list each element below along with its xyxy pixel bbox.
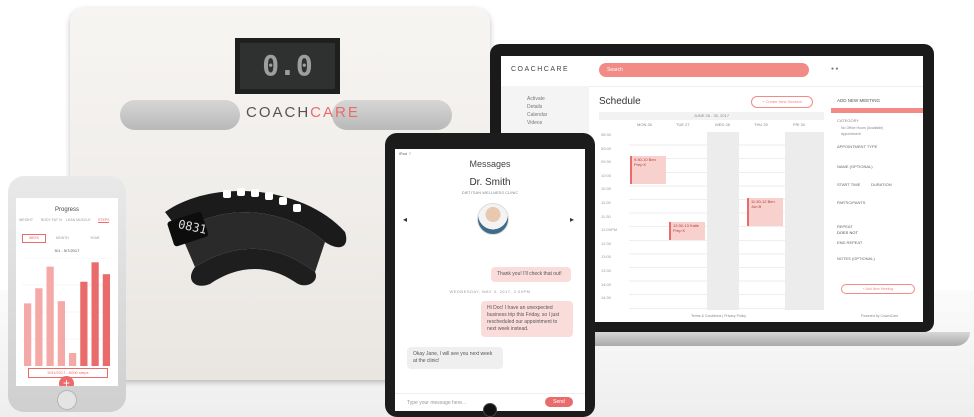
sidebar-item-details[interactable]: Details — [527, 104, 542, 110]
message-outgoing: Hi Doc! I have an unexpected business tr… — [481, 301, 573, 337]
phone-home-button[interactable] — [57, 390, 77, 410]
message-outgoing: Thank you! I'll check that out! — [491, 267, 571, 282]
tablet-home-button[interactable] — [483, 403, 497, 417]
phone: Progress WEIGHT BODY FAT % LEAN MUSCLE S… — [8, 176, 126, 412]
tablet: iPad ⌔ Messages Dr. Smith DIETITIAN WELL… — [385, 133, 595, 417]
footer-links[interactable]: Terms & Conditions | Privacy Policy — [691, 314, 746, 318]
category-option[interactable]: Appointment — [841, 132, 861, 136]
time-label: 11:30 — [601, 213, 611, 219]
send-button[interactable]: Send — [545, 397, 573, 407]
time-label: 10:00 — [601, 172, 612, 178]
time-label: 14:30 — [601, 295, 612, 301]
time-label: 09:30 — [601, 159, 612, 165]
page-title: Messages — [469, 159, 511, 169]
time-label: 08:30 — [601, 132, 612, 137]
add-button[interactable]: + — [59, 376, 74, 386]
period-selector: WEEK MONTH YEAR — [22, 234, 112, 243]
start-time-field[interactable]: START TIME — [837, 182, 860, 187]
app-header: COACHCARE Search ● ● — [501, 56, 923, 87]
steps-bar-chart — [22, 258, 112, 366]
scale-sensor-pad-left — [120, 100, 240, 130]
scale-display: 0.0 — [235, 38, 340, 94]
footer-powered: Powered by CoachCare — [861, 314, 899, 318]
category-option[interactable]: No Office Hours (Available) — [841, 126, 883, 130]
avatar — [477, 203, 509, 235]
date-range[interactable]: 5/1 - 5/7/2017 — [16, 248, 118, 253]
message-date: WEDNESDAY, MAY 3, 2017, 2:00PM — [449, 289, 531, 294]
participants-field[interactable]: PARTICIPANTS — [837, 200, 865, 205]
time-label: 13:30 — [601, 268, 612, 273]
blocked-day-column — [785, 132, 824, 310]
day-header: THU 29 — [754, 122, 768, 127]
segment-year[interactable]: YEAR — [90, 234, 100, 242]
time-label: 12:30 — [601, 240, 612, 246]
page-title: Progress — [54, 207, 79, 213]
sidebar-item-activate[interactable]: Activate — [527, 96, 545, 102]
message-incoming: Okay Jane, I will see you next week at t… — [407, 347, 503, 369]
panel-accent — [831, 108, 923, 113]
tablet-screen: iPad ⌔ Messages Dr. Smith DIETITIAN WELL… — [395, 149, 585, 411]
day-header: TUE 27 — [676, 122, 690, 127]
segment-week[interactable]: WEEK — [22, 234, 46, 243]
sidebar-item-calendar[interactable]: Calendar — [527, 112, 547, 118]
scale-digits: 0.0 — [262, 49, 313, 82]
blocked-day-column — [707, 132, 739, 310]
contact-subtitle: DIETITIAN WELLNESS CLINIC — [461, 190, 519, 195]
repeat-select[interactable]: DOES NOT — [837, 230, 858, 235]
time-column: 08:30 09:00 09:30 10:00 10:30 11:00 11:30 12:00… — [599, 132, 629, 310]
time-label: 13:00 — [601, 254, 612, 260]
metric-tabs: WEIGHT BODY FAT % LEAN MUSCLE STEPS — [16, 218, 118, 226]
time-label: 12:00PM — [601, 227, 618, 233]
time-label: 14:00 — [601, 281, 612, 287]
tab-weight[interactable]: WEIGHT — [19, 218, 33, 222]
chart-bar — [91, 262, 99, 366]
time-label: 10:30 — [601, 186, 612, 192]
chart-bar — [80, 281, 88, 366]
chart-bar — [35, 288, 43, 366]
app-logo: COACHCARE — [511, 66, 570, 73]
name-field[interactable]: NAME (OPTIONAL) — [837, 164, 873, 169]
phone-screen: Progress WEIGHT BODY FAT % LEAN MUSCLE S… — [16, 198, 118, 386]
contact-name: Dr. Smith — [469, 177, 511, 188]
day-header: WED 28 — [715, 122, 730, 127]
duration-field[interactable]: DURATION — [871, 182, 892, 187]
chart-bar — [24, 303, 32, 366]
day-header: MON 26 — [637, 122, 652, 127]
appointment-type-select[interactable]: APPOINTMENT TYPE — [837, 144, 877, 149]
chart-bar — [57, 301, 65, 366]
chart-bar — [46, 266, 54, 366]
chart-bar — [102, 274, 110, 366]
time-label: 11:00 — [601, 200, 611, 205]
chart-bar — [69, 353, 77, 366]
create-session-button[interactable]: + Create New Session — [751, 96, 813, 108]
search-input[interactable]: Search — [599, 63, 809, 77]
user-menu[interactable]: ● ● — [831, 66, 838, 72]
chevron-left-icon[interactable]: ◂ — [403, 215, 407, 224]
category-label: CATEGORY — [837, 118, 860, 123]
repeat-label: REPEAT — [837, 224, 853, 229]
sidebar-item-videos[interactable]: Videos — [527, 120, 542, 126]
page-title: Schedule — [599, 96, 641, 107]
segment-month[interactable]: MONTH — [56, 234, 69, 242]
time-label: 09:00 — [601, 145, 612, 151]
end-repeat-field[interactable]: END REPEAT — [837, 240, 862, 245]
fitness-band — [165, 188, 347, 286]
add-meeting-button[interactable]: + Add New Meeting — [841, 284, 915, 294]
new-meeting-panel: ADD NEW MEETING CATEGORY No Office Hours… — [831, 96, 923, 318]
scale-brand-logo: COACHCARE — [246, 104, 360, 121]
calendar-event[interactable]: 12:30-13 Katie Prep K — [669, 222, 705, 240]
notes-field[interactable]: NOTES (OPTIONAL) — [837, 256, 875, 261]
week-nav[interactable]: JUNE 26 - 30, 2017 — [599, 112, 824, 120]
chevron-right-icon[interactable]: ▸ — [570, 215, 574, 224]
tab-lean-muscle[interactable]: LEAN MUSCLE — [66, 218, 91, 222]
calendar-grid: JUNE 26 - 30, 2017 MON 26 TUE 27 WED 28 THU… — [599, 112, 824, 310]
calendar-event[interactable]: 9:30-10 Ben Prep K — [630, 156, 666, 184]
tab-steps[interactable]: STEPS — [98, 218, 110, 223]
panel-header: ADD NEW MEETING — [837, 98, 881, 103]
day-headers: MON 26 TUE 27 WED 28 THU 29 FRI 30 — [629, 122, 824, 128]
tab-body-fat[interactable]: BODY FAT % — [41, 218, 62, 222]
calendar-event[interactable]: 11:30-12 Ben Jon B — [747, 198, 783, 226]
day-header: FRI 30 — [793, 122, 806, 127]
status-bar: iPad ⌔ — [399, 151, 412, 156]
